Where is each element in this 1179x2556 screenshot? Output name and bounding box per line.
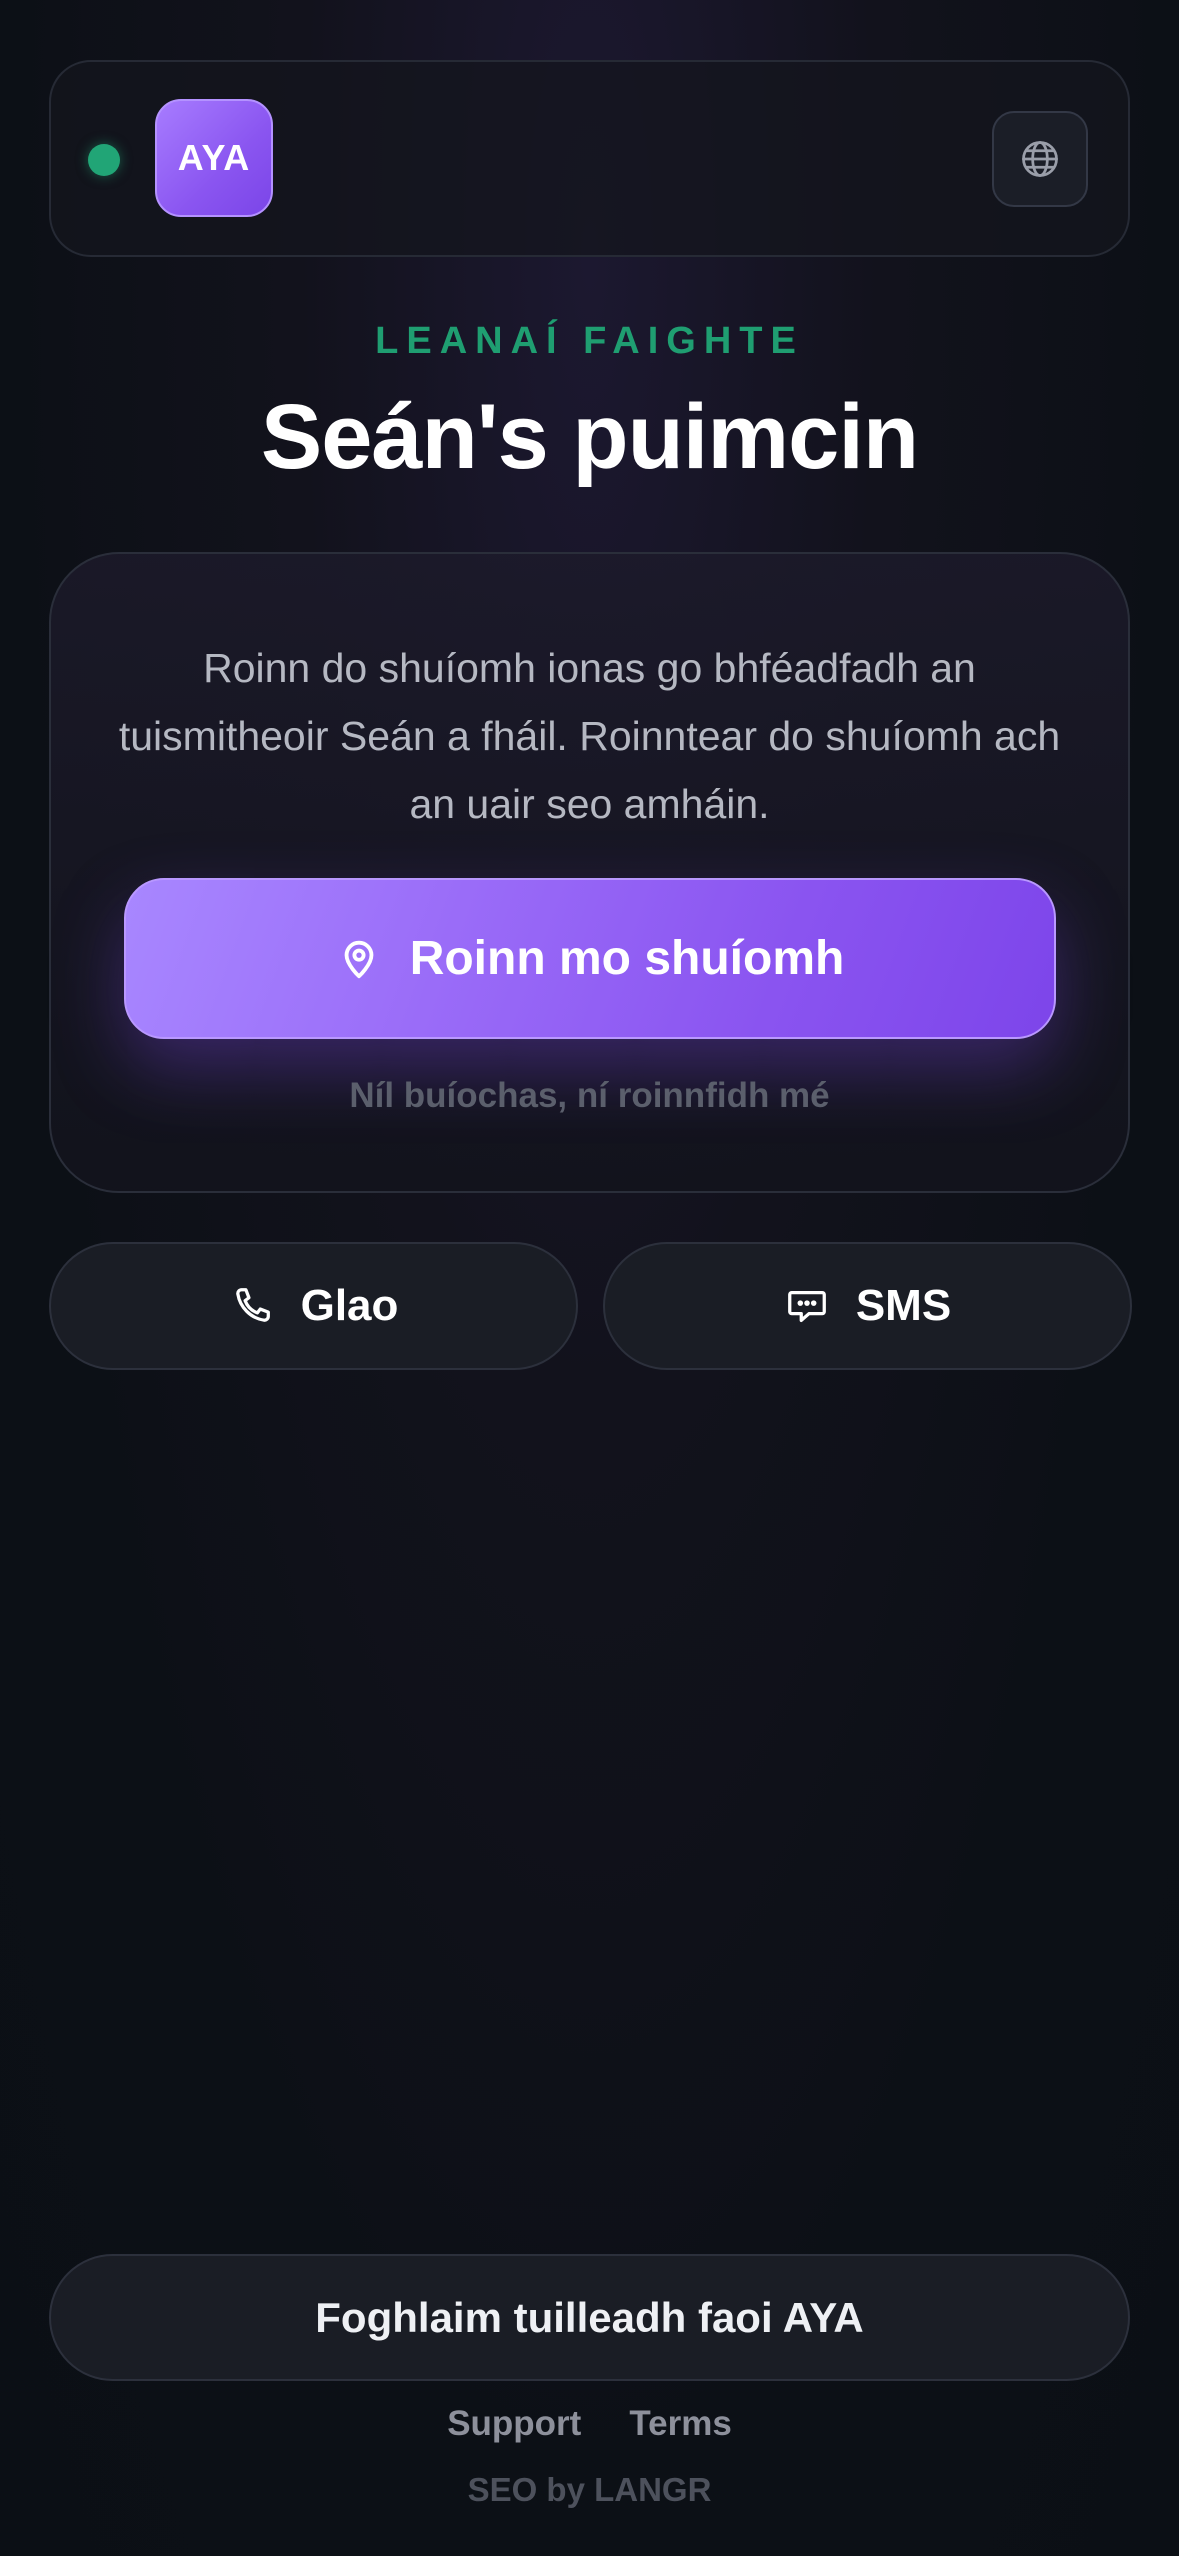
language-button[interactable] [992,111,1088,207]
learn-more-label: Foghlaim tuilleadh faoi AYA [315,2293,864,2341]
share-location-card: Roinn do shuíomh ionas go bhféadfadh an … [49,552,1130,1193]
footer-links: Support Terms [0,2404,1179,2444]
sms-label: SMS [855,1281,952,1330]
learn-more-button[interactable]: Foghlaim tuilleadh faoi AYA [49,2254,1130,2381]
globe-icon [1018,137,1062,181]
phone-icon [229,1283,275,1329]
terms-link[interactable]: Terms [629,2404,731,2444]
logo-text: AYA [177,137,251,178]
share-location-label: Roinn mo shuíomh [409,932,845,985]
share-location-button[interactable]: Roinn mo shuíomh [124,878,1056,1039]
top-bar: AYA [49,60,1130,257]
message-icon [784,1283,830,1329]
card-description: Roinn do shuíomh ionas go bhféadfadh an … [118,645,1061,827]
status-eyebrow: LEANAÍ FAIGHTE [375,320,804,362]
call-button[interactable]: Glao [49,1242,578,1370]
status-indicator [88,144,120,176]
sms-button[interactable]: SMS [603,1242,1132,1370]
call-label: Glao [300,1281,399,1330]
app-logo[interactable]: AYA [155,99,273,217]
footer-credit: SEO by LANGR [467,2471,712,2508]
location-pin-icon [336,936,382,982]
page: AYA LEANAÍ FAIGHTE Seán's puimcin Roinn … [0,0,1179,2556]
decline-share-link[interactable]: Níl buíochas, ní roinnfidh mé [51,1076,1128,1116]
support-link[interactable]: Support [447,2404,581,2444]
page-title: Seán's puimcin [260,386,919,488]
